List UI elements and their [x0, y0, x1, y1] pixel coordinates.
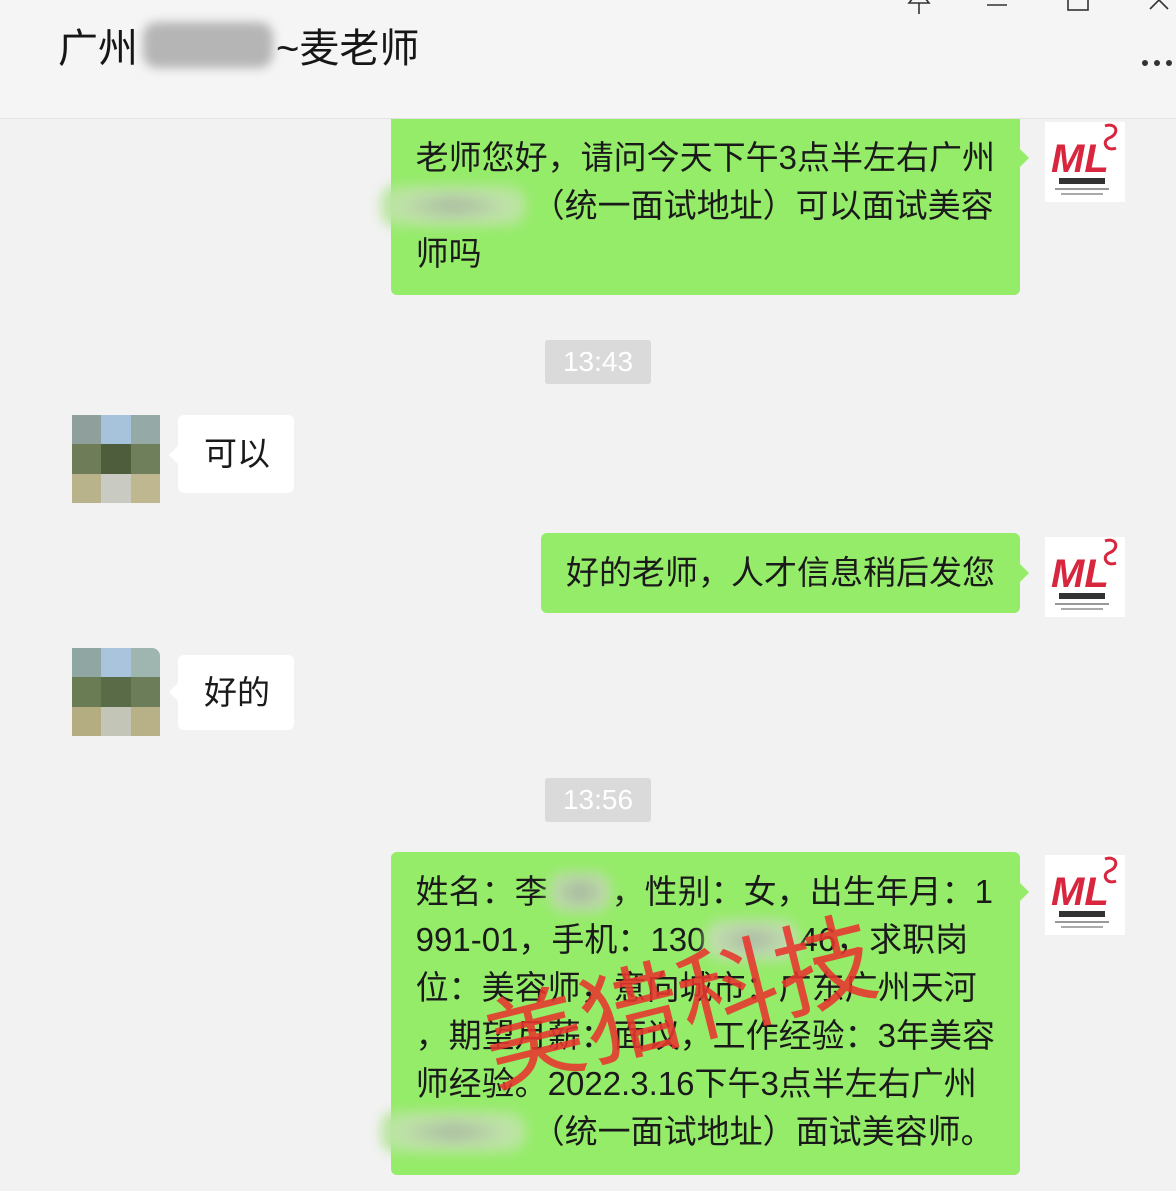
avatar-mosaic-tile: [101, 677, 131, 707]
redacted-name-blur: [547, 871, 612, 913]
logo-fineprint-mark: [1055, 603, 1109, 605]
avatar-mosaic-tile: [130, 415, 160, 445]
company-logo-icon: ML: [1051, 538, 1118, 610]
message-text: ，性别：女，出生年月：1: [611, 873, 993, 910]
pin-icon[interactable]: [905, 0, 933, 16]
logo-caption-mark: [1059, 593, 1105, 599]
chat-header: 广州 ~麦老师: [0, 0, 1176, 119]
logo-fineprint-mark: [1061, 193, 1103, 195]
redacted-address-blur: [380, 1111, 526, 1153]
avatar-mosaic-tile: [101, 706, 131, 736]
avatar-mosaic-tile: [130, 706, 160, 736]
logo-lettering: ML: [1051, 137, 1109, 181]
message-line: 可以: [204, 430, 270, 478]
message-bubble-outgoing[interactable]: 好的老师，人才信息稍后发您: [541, 533, 1029, 613]
more-icon[interactable]: [1139, 56, 1175, 70]
chat-title-suffix: ~麦老师: [276, 27, 420, 71]
avatar-mosaic-tile: [72, 648, 102, 678]
message-text: 师经验。2022.3.16下午3点半左右广州: [415, 1065, 977, 1102]
message-text: 老师您好，请问今天下午3点半左右广州: [415, 139, 995, 176]
message-bubble-outgoing[interactable]: 姓名：李 ，性别：女，出生年月：1 991-01，手机：130 46，求职岗 位…: [380, 852, 1030, 1175]
chat-title: 广州 ~麦老师: [58, 18, 419, 72]
company-logo-icon: ML: [1051, 123, 1118, 195]
chat-title-prefix: 广州: [58, 27, 138, 71]
my-avatar[interactable]: ML: [1045, 855, 1125, 935]
message-line: （统一面试地址）可以面试美容: [380, 182, 995, 230]
message-line: 老师您好，请问今天下午3点半左右广州: [416, 134, 995, 182]
message-line: （统一面试地址）面试美容师。: [380, 1108, 995, 1156]
message-bubble-incoming[interactable]: 可以: [169, 415, 294, 493]
avatar-mosaic-tile: [130, 444, 160, 474]
message-bubble-outgoing[interactable]: 老师您好，请问今天下午3点半左右广州 （统一面试地址）可以面试美容 师吗: [380, 108, 1030, 295]
avatar-mosaic-tile: [101, 648, 131, 678]
message-text: 好的: [204, 674, 270, 711]
avatar-mosaic-tile: [72, 444, 102, 474]
message-text: 姓名：李: [415, 873, 548, 910]
avatar-mosaic-tile: [72, 706, 102, 736]
message-line: 991-01，手机：130 46，求职岗: [416, 916, 995, 964]
message-text: ，期望月薪：面议，工作经验：3年美容: [415, 1017, 995, 1054]
redacted-phone-blur: [705, 919, 800, 961]
minimize-icon[interactable]: [986, 0, 1008, 10]
message-text: （统一面试地址）面试美容师。: [531, 1113, 994, 1150]
message-bubble-incoming[interactable]: 好的: [169, 655, 294, 730]
avatar-mosaic-tile: [72, 473, 102, 503]
avatar-mosaic-tile: [72, 415, 102, 445]
message-text: 好的老师，人才信息稍后发您: [566, 554, 995, 591]
message-line: 好的: [204, 669, 270, 717]
avatar-mosaic-tile: [72, 677, 102, 707]
timestamp: 13:56: [545, 778, 651, 822]
message-line: ，期望月薪：面议，工作经验：3年美容: [416, 1012, 995, 1060]
contact-avatar[interactable]: [72, 648, 160, 736]
message-text: 位：美容师，意向城市：广东广州天河: [415, 969, 977, 1006]
close-icon[interactable]: [1147, 0, 1171, 12]
redacted-name-blur: [143, 22, 273, 68]
avatar-mosaic-tile: [130, 473, 160, 503]
message-text: 991-01，手机：130: [415, 921, 706, 958]
avatar-mosaic-tile: [130, 677, 160, 707]
logo-fineprint-mark: [1061, 608, 1103, 610]
message-line: 好的老师，人才信息稍后发您: [566, 549, 995, 597]
my-avatar[interactable]: ML: [1045, 122, 1125, 202]
message-text: （统一面试地址）可以面试美容: [531, 187, 994, 224]
logo-fineprint-mark: [1055, 921, 1109, 923]
contact-avatar[interactable]: [72, 415, 160, 503]
logo-caption-mark: [1059, 911, 1105, 917]
logo-caption-mark: [1059, 178, 1105, 184]
message-line: 位：美容师，意向城市：广东广州天河: [416, 964, 995, 1012]
message-line: 姓名：李 ，性别：女，出生年月：1: [416, 868, 995, 916]
timestamp: 13:43: [545, 340, 651, 384]
logo-fineprint-mark: [1061, 926, 1103, 928]
avatar-mosaic-tile: [130, 648, 160, 678]
logo-lettering: ML: [1051, 552, 1109, 596]
message-list[interactable]: 老师您好，请问今天下午3点半左右广州 （统一面试地址）可以面试美容 师吗 ML …: [0, 0, 1176, 1191]
message-line: 师吗: [416, 230, 995, 278]
redacted-address-blur: [380, 185, 526, 227]
maximize-icon[interactable]: [1066, 0, 1090, 12]
logo-fineprint-mark: [1055, 188, 1109, 190]
message-text: 46，求职岗: [799, 921, 969, 958]
message-text: 可以: [204, 435, 270, 472]
message-line: 师经验。2022.3.16下午3点半左右广州: [416, 1060, 995, 1108]
avatar-mosaic-tile: [101, 415, 131, 445]
logo-lettering: ML: [1051, 870, 1109, 914]
avatar-mosaic-tile: [101, 444, 131, 474]
message-text: 师吗: [415, 235, 482, 272]
my-avatar[interactable]: ML: [1045, 537, 1125, 617]
company-logo-icon: ML: [1051, 856, 1118, 928]
avatar-mosaic-tile: [101, 473, 131, 503]
